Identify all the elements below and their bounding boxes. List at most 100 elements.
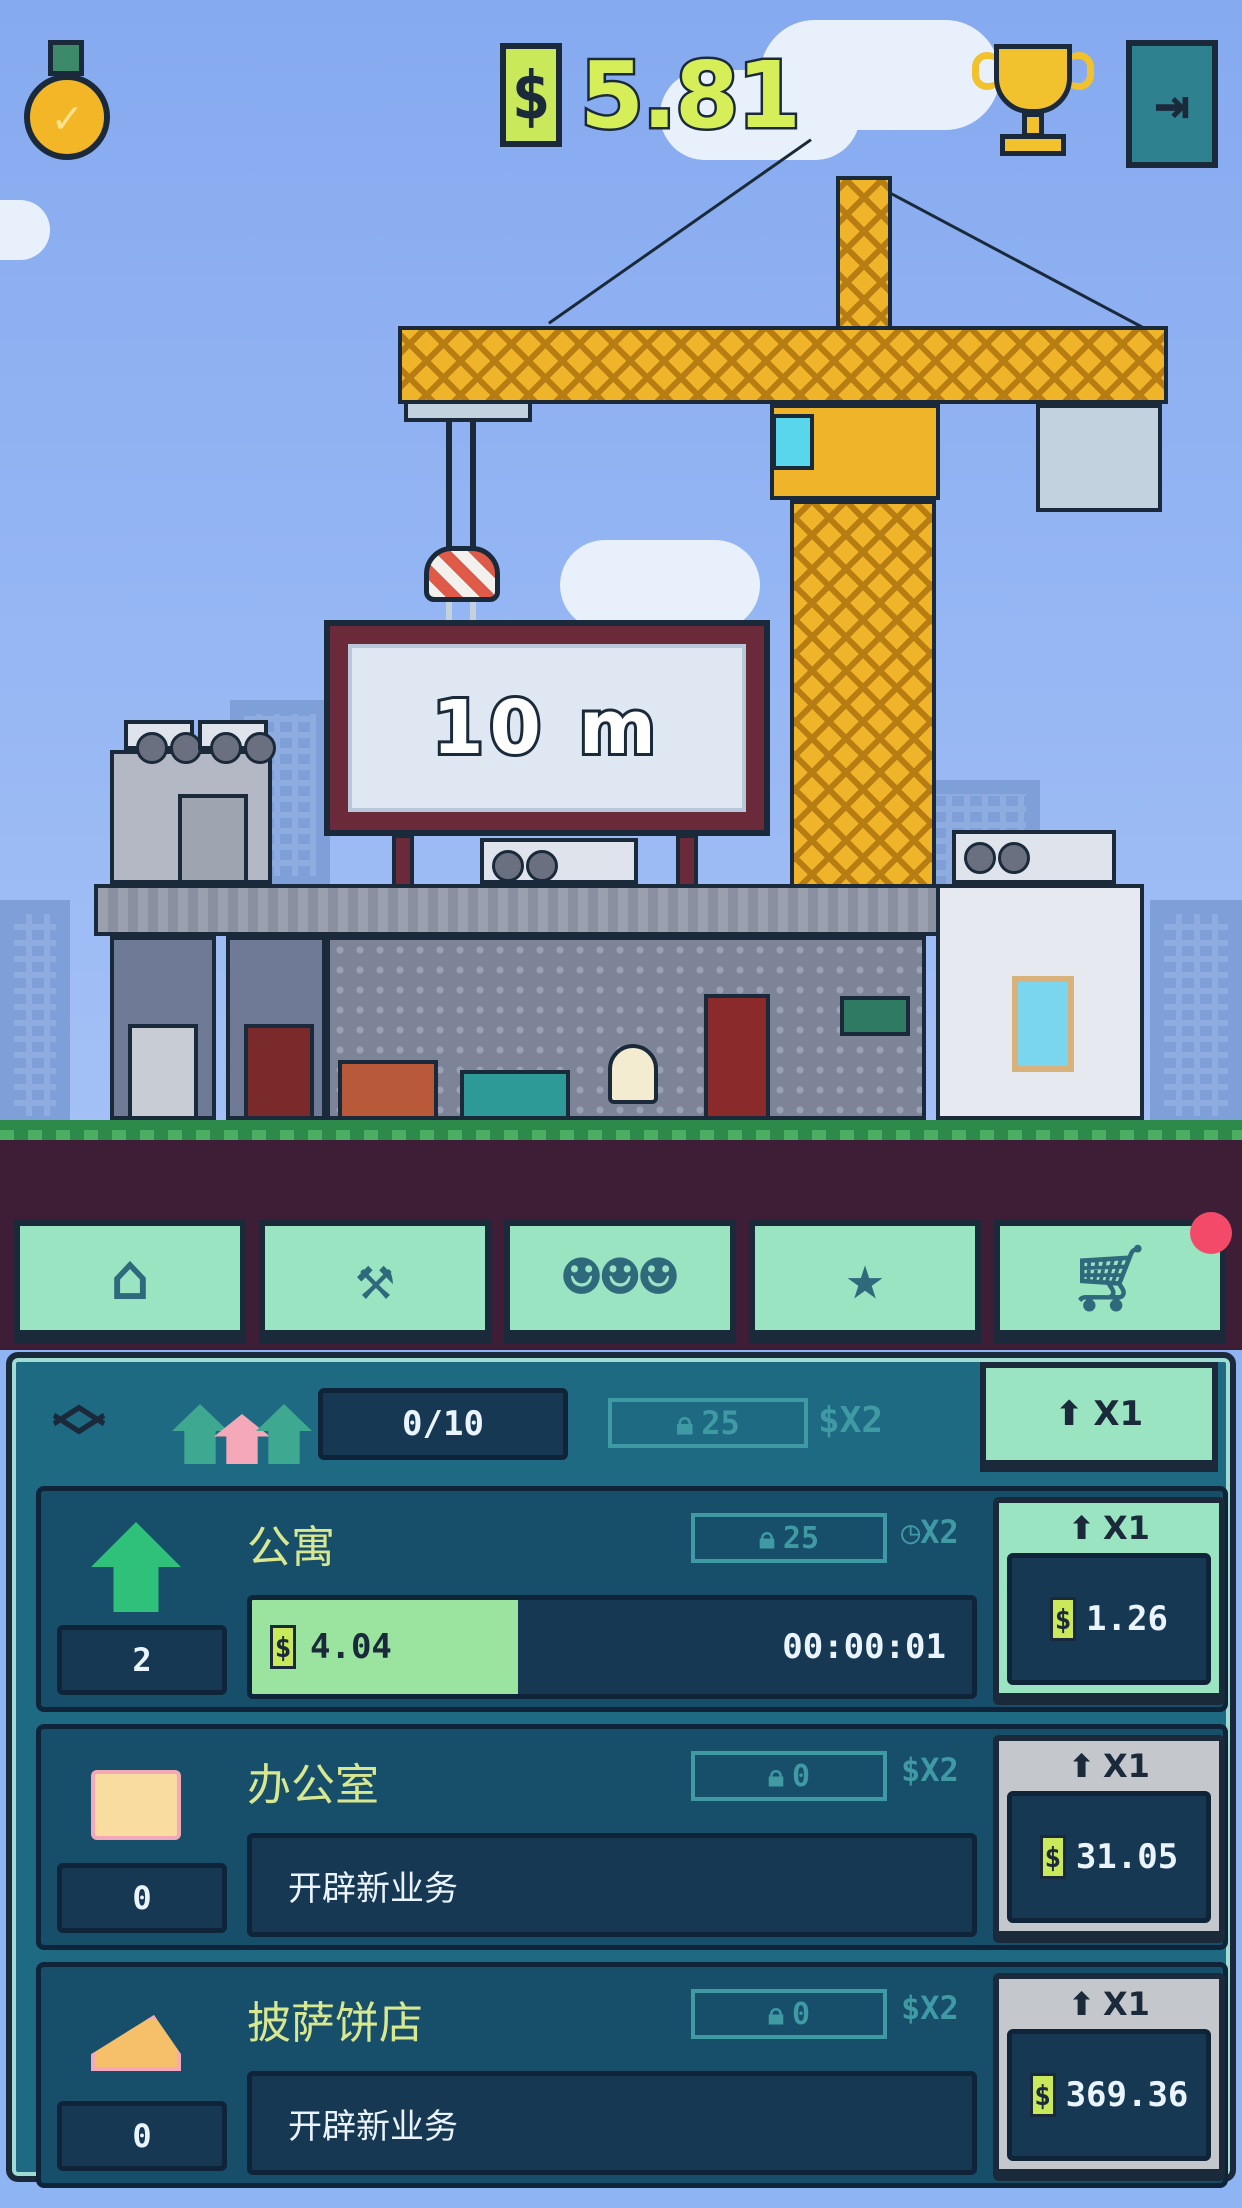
new-business-label: 开辟新业务 [288,1868,458,1909]
crane-jib [398,326,1168,404]
ac-unit [480,838,638,884]
locked-requirement: 🔒︎ 25 [691,1513,887,1563]
buy-button[interactable]: ⬆ X1 $ 1.26 [993,1497,1225,1705]
business-panel: ︿ ﹀ 0/10 🔒︎ 25 $X2 ⬆ X1 2 公寓 🔒︎ 25 ◷X2 $… [6,1352,1236,2188]
sign-post [676,834,698,890]
crane-tower [790,500,936,890]
elevator-door [128,1024,198,1120]
arrow-up-icon: ⬆ [1068,1985,1095,2023]
business-row-pizzeria: 0 披萨饼店 🔒︎ 0 $X2 开辟新业务 ⬆ X1 $ 369.36 [36,1962,1228,2188]
lock-icon: 🔒︎ [676,1403,694,1442]
panel-header: ︿ ﹀ 0/10 🔒︎ 25 $X2 ⬆ X1 [12,1358,1230,1478]
apartment-door [244,1024,314,1120]
height-sign: 10 m [324,620,770,836]
lock-value: 25 [701,1404,740,1442]
progress-value: 4.04 [310,1627,392,1667]
bookshelf [704,994,770,1120]
cart-icon: 🛒︎ [1069,1241,1151,1316]
crane-rope [446,420,452,550]
business-row-office: 0 办公室 🔒︎ 0 $X2 开辟新业务 ⬆ X1 $ 31.05 [36,1724,1228,1950]
crane-rope [470,420,476,550]
price: $ 369.36 [1007,2029,1211,2161]
exit-button[interactable]: ⇥ [1126,40,1218,168]
dresser [338,1060,438,1120]
arrow-up-icon: ⬆ [1068,1747,1095,1785]
crane-cable [878,186,1145,330]
locked-requirement: 🔒︎ 25 [608,1398,808,1448]
progress-fill: $ 4.04 [252,1600,519,1694]
height-value: 10 m [348,644,746,812]
locked-requirement: 🔒︎ 0 [691,1989,887,2039]
ac-unit [124,720,202,764]
owned-count: 2 [57,1625,227,1695]
new-business-label: 开辟新业务 [288,2106,458,2147]
owned-count: 0 [57,2101,227,2171]
arrow-up-icon: ⬆ [1068,1509,1095,1547]
houses-icon [172,1380,312,1464]
crane-cable [548,138,812,325]
business-name: 披萨饼店 [247,1998,423,2049]
progress-bar[interactable]: 开辟新业务 [247,1833,977,1937]
balance-amount: 5.81 [578,39,804,151]
lock-icon: 🔒︎ [758,1520,775,1556]
cloud [0,200,50,260]
timer: 00:00:01 [782,1627,946,1667]
annex-window [1012,976,1074,1072]
tenant-character[interactable] [608,1044,658,1104]
progress-bar[interactable]: 开辟新业务 [247,2071,977,2175]
background-building [1150,900,1242,1130]
tab-stars[interactable]: ★ [749,1220,981,1344]
owned-count: 0 [57,1863,227,1933]
clock-icon: ◷ [901,1513,921,1551]
crane-hook-block [424,546,500,602]
tab-build[interactable]: ⌂ [14,1220,246,1344]
trophy-icon[interactable] [972,40,1094,164]
dollar-icon: $ [1050,1597,1077,1641]
business-row-apartment: 2 公寓 🔒︎ 25 ◷X2 $ 4.04 00:00:01 ⬆ X1 $ 1.2… [36,1486,1228,1712]
game-scene: 10 m ✓ $ 5.81 ⇥ [0,0,1242,1200]
locked-requirement: 🔒︎ 0 [691,1751,887,1801]
locked-multiplier: $X2 [818,1400,884,1441]
tab-bar: ⌂ ⚒ ☻☻☻ ★ 🛒︎ [0,1200,1242,1350]
exit-icon: ⇥ [1153,69,1191,139]
buy-multiplier-label: X1 [1093,1394,1144,1434]
locked-multiplier: $X2 [901,1751,959,1789]
balance-display: $ 5.81 [500,39,804,151]
speed-multiplier: ◷X2 [901,1513,959,1551]
star-icon: ★ [845,1241,885,1315]
crane-window [772,414,814,470]
capacity-counter: 0/10 [318,1388,568,1460]
house-icon: ⌂ [110,1241,150,1315]
tab-managers[interactable]: ☻☻☻ [504,1220,736,1344]
crane-trolley [404,400,532,422]
tab-upgrades[interactable]: ⚒ [259,1220,491,1344]
ground [0,1120,1242,1200]
buy-multiplier-button[interactable]: ⬆ X1 [980,1362,1218,1472]
folder-icon [81,1755,191,1855]
notification-badge [1190,1212,1232,1254]
tower-building [94,720,1144,1120]
progress-bar[interactable]: $ 4.04 00:00:01 [247,1595,977,1699]
buy-button[interactable]: ⬆ X1 $ 31.05 [993,1735,1225,1943]
crane-counterweight [1036,404,1162,512]
business-name: 公寓 [247,1522,335,1573]
locked-multiplier: $X2 [901,1989,959,2027]
pizza-icon [81,1993,191,2093]
lock-icon: 🔒︎ [767,1758,784,1794]
lock-icon: 🔒︎ [767,1996,784,2032]
business-name: 办公室 [247,1760,379,1811]
dollar-icon: $ [270,1625,296,1669]
background-building [0,900,70,1130]
medal-icon[interactable]: ✓ [18,40,114,170]
wall-painting [840,996,910,1036]
price: $ 31.05 [1007,1791,1211,1923]
ac-unit [952,830,1116,884]
buy-button[interactable]: ⬆ X1 $ 369.36 [993,1973,1225,2181]
chevron-down-icon[interactable]: ﹀ [52,1414,106,1468]
house-icon [81,1517,191,1617]
sign-post [392,834,414,890]
people-icon: ☻☻☻ [562,1241,678,1315]
roof-door [178,794,248,884]
sofa [460,1070,570,1120]
dollar-icon: $ [1039,1835,1066,1879]
